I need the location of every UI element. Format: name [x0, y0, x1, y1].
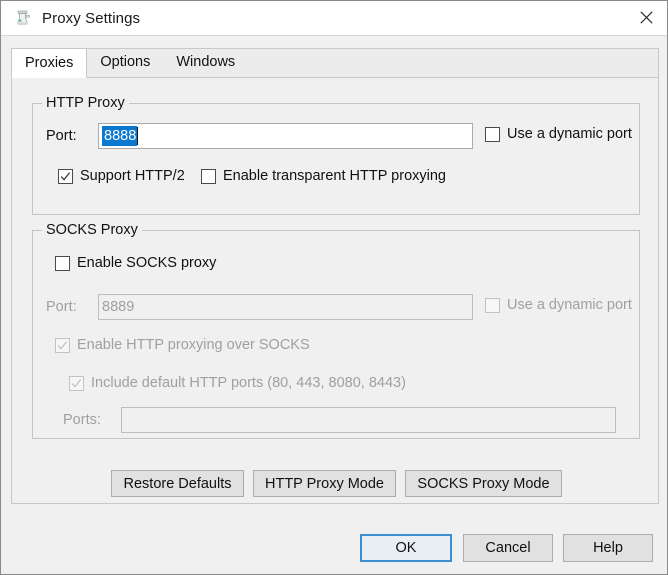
http-proxying-over-socks-checkbox[interactable]: Enable HTTP proxying over SOCKS [55, 337, 310, 353]
socks-proxy-group: SOCKS Proxy Enable SOCKS proxy Port: 888… [32, 222, 640, 439]
support-http2-label: Support HTTP/2 [80, 168, 185, 184]
support-http2-checkbox[interactable]: Support HTTP/2 [58, 168, 185, 184]
checkbox-check-icon [58, 168, 73, 184]
checkbox-check-icon [55, 337, 70, 353]
socks-port-label: Port: [46, 299, 77, 315]
title-bar: Proxy Settings [1, 1, 667, 36]
checkbox-box-icon [201, 168, 216, 184]
checkbox-box-icon [55, 255, 70, 271]
close-icon[interactable] [623, 1, 667, 34]
include-default-http-ports-label: Include default HTTP ports (80, 443, 808… [91, 375, 406, 391]
help-button[interactable]: Help [563, 534, 653, 562]
restore-defaults-button[interactable]: Restore Defaults [111, 470, 244, 497]
proxies-tab-panel: HTTP Proxy Port: 8888 Use a dynamic port… [11, 77, 659, 504]
tab-options[interactable]: Options [87, 48, 163, 77]
text-caret [137, 127, 139, 145]
socks-port-value: 8889 [102, 299, 135, 315]
http-port-input[interactable]: 8888 [98, 123, 473, 149]
include-default-http-ports-checkbox[interactable]: Include default HTTP ports (80, 443, 808… [69, 375, 406, 391]
checkbox-check-icon [69, 375, 84, 391]
transparent-http-proxying-checkbox[interactable]: Enable transparent HTTP proxying [201, 168, 446, 184]
tab-proxies[interactable]: Proxies [11, 48, 88, 78]
enable-socks-proxy-label: Enable SOCKS proxy [77, 255, 217, 271]
http-dynamic-port-checkbox[interactable]: Use a dynamic port [485, 126, 632, 142]
socks-proxy-group-title: SOCKS Proxy [42, 222, 142, 238]
ok-button[interactable]: OK [360, 534, 452, 562]
enable-socks-proxy-checkbox[interactable]: Enable SOCKS proxy [55, 255, 216, 271]
http-dynamic-port-label: Use a dynamic port [507, 126, 632, 142]
http-proxy-group: HTTP Proxy Port: 8888 Use a dynamic port… [32, 95, 640, 215]
checkbox-box-icon [485, 297, 500, 313]
http-proxy-mode-button[interactable]: HTTP Proxy Mode [253, 470, 396, 497]
socks-ports-label: Ports: [63, 412, 101, 428]
page-title: Proxy Settings [42, 9, 141, 27]
http-proxying-over-socks-label: Enable HTTP proxying over SOCKS [77, 337, 310, 353]
transparent-http-proxying-label: Enable transparent HTTP proxying [223, 168, 446, 184]
http-port-label: Port: [46, 128, 77, 144]
tab-windows[interactable]: Windows [163, 48, 248, 77]
socks-port-input[interactable]: 8889 [98, 294, 473, 320]
proxy-settings-dialog: Proxy Settings Proxies Options Windows H… [0, 0, 668, 575]
cancel-button[interactable]: Cancel [463, 534, 553, 562]
tab-strip: Proxies Options Windows [11, 48, 659, 78]
socks-dynamic-port-checkbox[interactable]: Use a dynamic port [485, 297, 632, 313]
http-proxy-group-title: HTTP Proxy [42, 95, 129, 111]
socks-dynamic-port-label: Use a dynamic port [507, 297, 632, 313]
checkbox-box-icon [485, 126, 500, 142]
dialog-button-bar: OK Cancel Help [1, 504, 667, 574]
proxy-app-icon [12, 7, 34, 29]
socks-proxy-mode-button[interactable]: SOCKS Proxy Mode [405, 470, 562, 497]
http-port-value: 8888 [102, 126, 138, 146]
socks-ports-input[interactable] [121, 407, 616, 433]
